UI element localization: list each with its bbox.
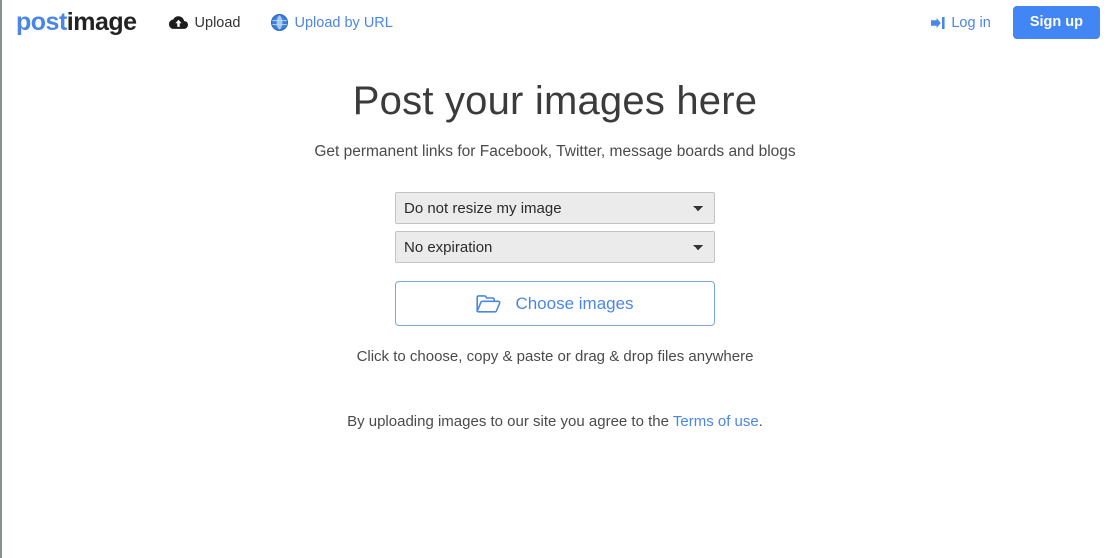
header-right-actions: Log in Sign up <box>931 0 1100 45</box>
sign-in-icon <box>931 16 945 30</box>
logo-text-image: image <box>66 8 137 36</box>
terms-notice-prefix: By uploading images to our site you agre… <box>347 413 673 430</box>
nav-item-upload-label: Upload <box>194 14 241 31</box>
resize-select[interactable]: Do not resize my image <box>395 192 715 224</box>
signup-button[interactable]: Sign up <box>1012 5 1100 40</box>
page-subtitle: Get permanent links for Facebook, Twitte… <box>314 143 796 160</box>
terms-notice-suffix: . <box>758 413 763 430</box>
main-content: Post your images here Get permanent link… <box>0 45 1110 430</box>
page-title: Post your images here <box>352 79 758 123</box>
terms-of-use-link[interactable]: Terms of use <box>673 413 759 430</box>
login-link[interactable]: Log in <box>931 15 991 31</box>
login-link-label: Log in <box>951 14 991 31</box>
terms-notice: By uploading images to our site you agre… <box>0 413 1110 430</box>
site-header: postimage Upload Upload by URL Log in Si… <box>0 0 1110 45</box>
nav-item-upload-by-url-label: Upload by URL <box>294 14 393 31</box>
nav-item-upload[interactable]: Upload <box>168 14 241 31</box>
nav-item-upload-by-url[interactable]: Upload by URL <box>270 14 393 31</box>
choose-images-button[interactable]: Choose images <box>395 281 715 326</box>
upload-form: Do not resize my image No expiration Cho… <box>395 192 715 326</box>
logo-text-post: post <box>16 8 67 36</box>
upload-hint-text: Click to choose, copy & paste or drag & … <box>356 348 754 365</box>
viewport-left-edge <box>0 0 2 558</box>
cloud-upload-icon <box>168 15 188 31</box>
expiration-select[interactable]: No expiration <box>395 231 715 263</box>
globe-icon <box>270 14 288 31</box>
folder-open-icon <box>476 294 502 314</box>
site-logo[interactable]: postimage <box>16 10 137 35</box>
choose-images-button-label: Choose images <box>515 293 634 313</box>
